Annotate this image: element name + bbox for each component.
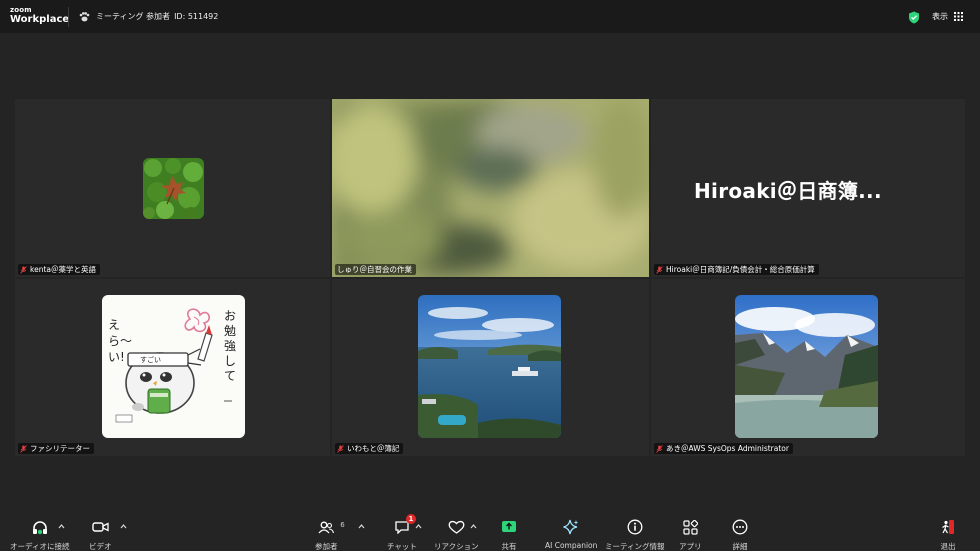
share-screen-icon (502, 521, 516, 532)
apps-label: アプリ (679, 542, 702, 551)
illustration-right-text: お勉強して (224, 309, 237, 383)
participants-paw-icon (79, 11, 90, 21)
participants-icon (318, 521, 335, 533)
video-feed (332, 99, 649, 277)
grid-icon (954, 12, 963, 21)
participant-tile-kenta[interactable]: kenta＠薬学と英語 (15, 99, 330, 277)
name-tag: しゅり＠自習会の作業 (335, 264, 416, 275)
share-button[interactable]: 共有 (501, 518, 517, 551)
more-dots-icon (732, 519, 748, 535)
participant-tile-iwamoto[interactable]: いわもと＠簿記 (332, 279, 649, 456)
reactions-label: リアクション (434, 542, 479, 551)
video-camera-icon (92, 522, 109, 532)
avatar-facilitator: お勉強して えら〜い! すごい (102, 295, 245, 438)
top-bar: zoom Workplace ミーティング 参加者 ID: 511492 表示 (0, 0, 980, 33)
name-tag: いわもと＠簿記 (335, 443, 404, 454)
share-label: 共有 (501, 542, 517, 551)
video-options-chevron-up-icon[interactable] (120, 524, 127, 529)
mic-muted-icon (337, 444, 344, 453)
mic-muted-icon (20, 265, 27, 274)
name-tag: Hiroaki＠日商簿記/負債会計・総合原価計算 (654, 264, 819, 275)
video-label: ビデオ (89, 542, 112, 551)
logo-text-workplace: Workplace (10, 14, 70, 25)
reactions-button[interactable]: リアクション (434, 518, 479, 551)
leave-label: 退出 (940, 542, 956, 551)
top-divider (68, 7, 69, 27)
name-tag: ファシリテーター (18, 443, 94, 454)
illustration-left-text: えら〜い! (108, 318, 133, 364)
meeting-info-button[interactable]: ミーティング 参加者 ID: 511492 (79, 11, 218, 22)
participant-name: あき＠AWS SysOps Administrator (666, 444, 789, 453)
zoom-window: zoom Workplace ミーティング 参加者 ID: 511492 表示 (0, 0, 980, 551)
name-tag: kenta＠薬学と英語 (18, 264, 100, 275)
illustration-band-text: すごい (140, 356, 161, 364)
participants-label: 参加者 (315, 542, 338, 551)
mic-muted-icon (656, 444, 663, 453)
reactions-options-chevron-up-icon[interactable] (470, 524, 477, 529)
video-gallery: kenta＠薬学と英語 しゅり＠自習会の作業 Hiroaki＠日商簿... Hi… (15, 99, 965, 456)
view-label: 表示 (932, 12, 948, 21)
headphones-icon (32, 520, 47, 534)
meeting-toolbar: オーディオに接続 ビデオ 6 参加者 1 チャット リアクション 共有 AI C… (0, 512, 980, 551)
participants-options-chevron-up-icon[interactable] (358, 524, 365, 529)
chat-unread-badge: 1 (405, 514, 416, 524)
participant-name: kenta＠薬学と英語 (30, 265, 96, 274)
participant-display-name: Hiroaki＠日商簿... (694, 179, 882, 203)
audio-options-chevron-up-icon[interactable] (58, 524, 65, 529)
participant-tile-facilitator[interactable]: お勉強して えら〜い! すごい ファシリテーター (15, 279, 330, 456)
avatar-aki (735, 295, 878, 438)
meeting-id: ID: 511492 (174, 12, 219, 21)
chat-options-chevron-up-icon[interactable] (415, 524, 422, 529)
participant-tile-aki[interactable]: あき＠AWS SysOps Administrator (651, 279, 965, 456)
info-icon (627, 519, 643, 535)
security-shield-icon[interactable] (908, 11, 920, 24)
meeting-info-label: ミーティング情報 (605, 542, 665, 551)
mic-muted-icon (656, 265, 663, 274)
ai-sparkle-icon (563, 519, 579, 535)
leave-button[interactable]: 退出 (940, 518, 956, 551)
meeting-label: ミーティング 参加者 (96, 12, 171, 21)
participant-name: いわもと＠簿記 (347, 444, 400, 453)
participant-name: しゅり＠自習会の作業 (337, 265, 412, 274)
apps-icon (683, 519, 698, 535)
name-tag: あき＠AWS SysOps Administrator (654, 443, 793, 454)
video-button[interactable]: ビデオ (89, 518, 112, 551)
heart-reaction-icon (448, 520, 465, 534)
apps-button[interactable]: アプリ (679, 518, 702, 551)
participants-button[interactable]: 6 参加者 (315, 518, 345, 551)
leave-icon (942, 520, 954, 534)
ai-companion-label: AI Companion (545, 541, 598, 550)
avatar-iwamoto (418, 295, 561, 438)
more-label: 詳細 (732, 542, 748, 551)
chat-label: チャット (387, 542, 417, 551)
chat-button[interactable]: 1 チャット (387, 514, 417, 551)
zoom-logo: zoom Workplace (10, 7, 69, 25)
logo-text-zoom: zoom (10, 6, 32, 14)
participant-name: ファシリテーター (30, 444, 90, 453)
audio-label: オーディオに接続 (10, 542, 70, 551)
avatar-kenta (143, 158, 204, 219)
participant-tile-shuri[interactable]: しゅり＠自習会の作業 (332, 99, 649, 277)
meeting-info-toolbar-button[interactable]: ミーティング情報 (605, 518, 665, 551)
ai-companion-button[interactable]: AI Companion (545, 518, 597, 550)
mic-muted-icon (20, 444, 27, 453)
participants-count: 6 (340, 521, 345, 529)
participant-name: Hiroaki＠日商簿記/負債会計・総合原価計算 (666, 265, 815, 274)
view-button[interactable]: 表示 (932, 11, 963, 22)
participant-tile-hiroaki[interactable]: Hiroaki＠日商簿... Hiroaki＠日商簿記/負債会計・総合原価計算 (651, 99, 965, 277)
audio-button[interactable]: オーディオに接続 (10, 518, 69, 551)
more-button[interactable]: 詳細 (732, 518, 748, 551)
